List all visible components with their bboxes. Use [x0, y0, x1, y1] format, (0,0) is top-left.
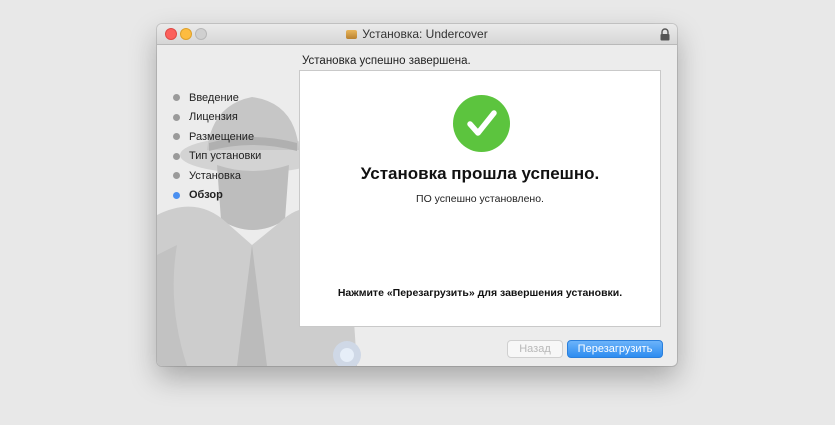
step-dot-icon [173, 133, 180, 141]
step-installation-type: Тип установки [173, 147, 303, 167]
step-label: Обзор [189, 189, 223, 202]
step-destination: Размещение [173, 127, 303, 147]
step-introduction: Введение [173, 88, 303, 108]
success-subtitle: ПО успешно установлено. [416, 193, 544, 205]
content-panel: Установка прошла успешно. ПО успешно уст… [299, 70, 661, 327]
installation-steps: Введение Лицензия Размещение Тип установ… [173, 88, 303, 205]
window-title: Установка: Undercover [362, 27, 488, 41]
page-header: Установка успешно завершена. [302, 55, 471, 67]
step-label: Тип установки [189, 150, 262, 163]
step-label: Размещение [189, 130, 255, 143]
step-label: Лицензия [189, 111, 238, 124]
step-dot-icon [173, 172, 180, 180]
installer-window: Установка: Undercover Введение Лицензия … [157, 24, 677, 366]
lock-icon [660, 28, 670, 41]
restart-instruction: Нажмите «Перезагрузить» для завершения у… [337, 287, 623, 299]
step-dot-icon [173, 113, 180, 121]
success-check-icon [453, 95, 510, 152]
step-summary: Обзор [173, 186, 303, 206]
step-license: Лицензия [173, 108, 303, 128]
step-label: Установка [189, 169, 241, 182]
step-dot-icon [173, 152, 180, 160]
step-dot-icon [173, 94, 180, 102]
title-bar: Установка: Undercover [157, 24, 677, 45]
step-label: Введение [189, 91, 239, 104]
back-button[interactable]: Назад [507, 340, 563, 358]
restart-button[interactable]: Перезагрузить [567, 340, 663, 358]
step-installation: Установка [173, 166, 303, 186]
package-icon [346, 29, 358, 39]
step-dot-active-icon [173, 191, 180, 199]
success-heading: Установка прошла успешно. [360, 164, 600, 183]
